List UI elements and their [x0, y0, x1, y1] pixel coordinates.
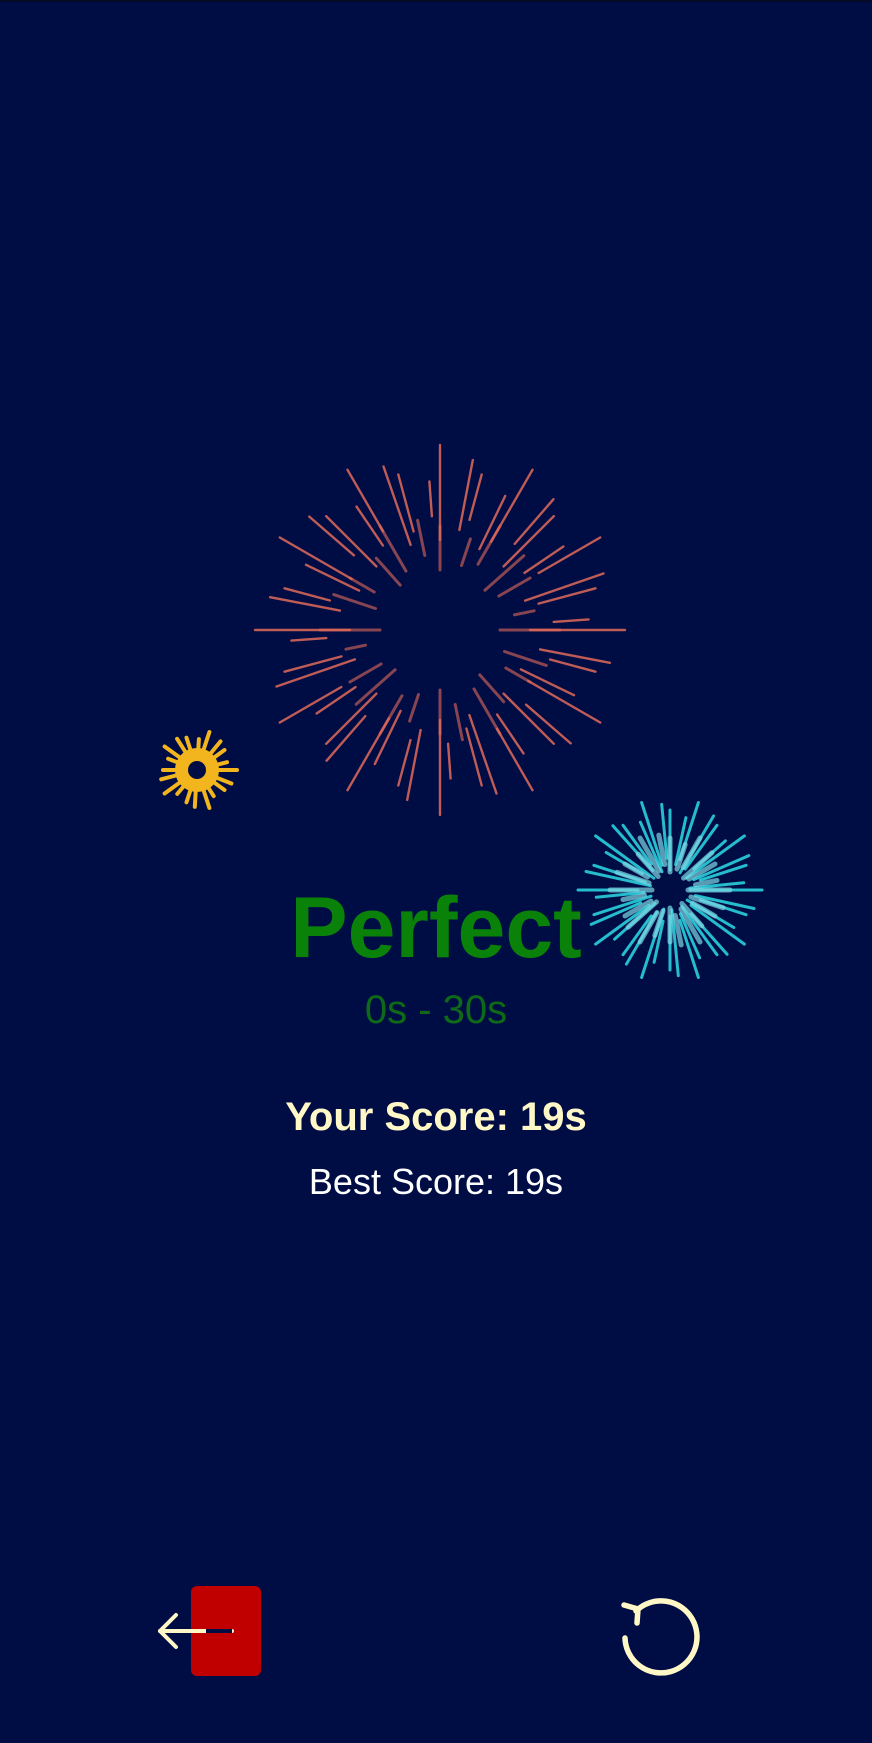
firework-spark [408, 693, 420, 723]
firework-spark [283, 587, 332, 602]
firework-spark [428, 480, 434, 518]
firework-spark [468, 473, 483, 522]
firework-spark [537, 536, 602, 575]
firework-spark [472, 687, 502, 736]
rating-range: 0s - 30s [364, 988, 508, 1032]
firework-spark [537, 587, 597, 605]
firework-spark [495, 727, 534, 792]
firework-spark [348, 576, 376, 594]
firework-spark [278, 685, 343, 724]
firework-spark [453, 703, 464, 742]
exit-button[interactable] [150, 1580, 270, 1680]
firework-spark [346, 468, 385, 533]
firework-spark [332, 593, 377, 610]
red-firework-icon [253, 443, 627, 817]
firework-spark [374, 556, 402, 587]
firework-spark [348, 662, 383, 684]
firework-center [188, 761, 206, 779]
firework-spark [552, 618, 590, 624]
firework-spark [344, 643, 367, 651]
firework-spark [460, 537, 472, 567]
firework-spark [478, 673, 506, 704]
replay-button[interactable] [614, 1586, 704, 1676]
rating-title: Perfect [290, 880, 582, 976]
firework-spark [465, 727, 483, 787]
firework-spark [290, 636, 328, 642]
firework-spark [548, 658, 597, 673]
firework-spark [416, 518, 427, 557]
firework-spark [504, 666, 532, 684]
firework-spark [503, 650, 548, 667]
yellow-firework-icon [159, 730, 239, 810]
firework-spark [378, 524, 408, 573]
firework-spark [513, 609, 536, 617]
firework-spark [397, 473, 415, 533]
fireworks-layer [159, 443, 764, 979]
firework-spark [283, 655, 343, 673]
firework-spark [397, 738, 412, 787]
best-score: Best Score: 19s [308, 1161, 564, 1202]
firework-spark [446, 742, 452, 780]
restart-icon [621, 1598, 700, 1676]
your-score: Your Score: 19s [285, 1095, 587, 1139]
exit-door-arrow-icon [158, 1586, 261, 1676]
firework-spark [497, 576, 532, 598]
